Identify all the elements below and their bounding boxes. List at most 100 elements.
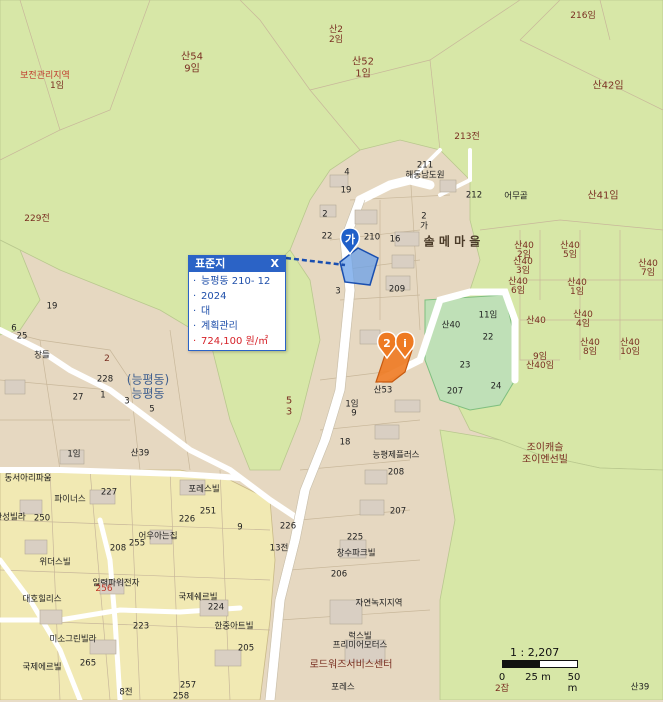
map-label: 해동남도원: [405, 170, 445, 181]
map-label: 22: [321, 231, 333, 242]
info-card-header: 표준지 X: [189, 256, 285, 272]
map-label: 3임: [515, 266, 531, 277]
info-card-year-row: · 2024: [193, 291, 227, 302]
map-label: 국제에르빌: [22, 662, 62, 673]
map-label: 산40임: [525, 361, 555, 372]
area-label-region-hanja: (능평동): [126, 372, 170, 387]
map-label: 미소그린빌라: [49, 634, 97, 645]
map-label: 자연녹지지역: [355, 598, 403, 609]
map-label: 18: [339, 437, 351, 448]
map-label: 조이엔선빌: [522, 454, 568, 466]
map-label: 산40: [526, 316, 546, 327]
scale-bar-segment-dark: [503, 661, 540, 667]
map-label: 9: [237, 522, 243, 533]
info-card-land-category: 대: [201, 306, 211, 317]
map-label: 22: [482, 332, 494, 343]
map-label: 8전: [119, 687, 133, 698]
map-label: 파이너스: [54, 494, 86, 505]
map-label: 1임: [569, 287, 585, 298]
map-label: 251: [199, 506, 217, 517]
map-label: 한중아트빌: [214, 621, 254, 632]
map-label: 210: [363, 232, 381, 243]
map-label: 창들: [34, 350, 50, 361]
map-label: 19: [46, 301, 58, 312]
info-card-price-row: · 724,100 원/㎡: [193, 336, 269, 347]
map-label: 조이캐슬: [526, 442, 564, 454]
map-label: 211: [416, 160, 434, 171]
map-label: 대호힐리스: [22, 594, 62, 605]
map-label: 4: [344, 167, 350, 178]
map-label: 능평제플러스: [372, 450, 420, 461]
info-card-price: 724,100 원/㎡: [201, 336, 269, 347]
map-label: 19: [340, 185, 352, 196]
map-label: 226: [279, 521, 297, 532]
map-label: 209: [388, 284, 406, 295]
info-card-year: 2024: [201, 291, 227, 302]
map-label: 2: [322, 209, 328, 220]
map-label: 228: [96, 374, 114, 385]
info-card-title: 표준지: [195, 257, 226, 270]
map-label: 창수파크빌: [336, 548, 376, 559]
map-label: 위더스빌: [39, 557, 71, 568]
map-label: 229전: [24, 214, 50, 225]
info-card-address: 능평동 210- 12: [201, 276, 271, 287]
scale-bar-graphic: [502, 660, 578, 668]
scale-tick-0: 0: [498, 672, 506, 683]
map-label: 24: [490, 381, 502, 392]
info-card: 표준지 X · 능평동 210- 12 · 2024 · 대 · 계획관리 · 724,1…: [188, 255, 286, 351]
map-label: 3: [285, 406, 293, 418]
map-label: 1임: [67, 449, 81, 460]
marker-2-label: 2: [383, 337, 391, 350]
map-label: 10임: [620, 347, 640, 358]
map-label: 7임: [640, 268, 656, 279]
area-label-eomugol: 어무골: [504, 191, 528, 202]
map-label: 4임: [575, 319, 591, 330]
map-label: 9임: [184, 63, 200, 75]
map-label: 가: [420, 221, 428, 232]
map-label: 동서아리파움: [4, 473, 52, 484]
map-label: 226: [178, 514, 196, 525]
map-label: 223: [132, 621, 150, 632]
map-label: 5: [149, 404, 155, 415]
marker-ga-label: 가: [345, 232, 355, 246]
map-label: 208: [109, 543, 127, 554]
map-label: 6: [11, 323, 17, 334]
map-label: 산52: [352, 56, 374, 68]
map-label: 2: [104, 354, 110, 365]
map-label: 프리미어모터스: [332, 640, 388, 651]
map-label: 207: [446, 386, 464, 397]
map-label: 한성빌라: [0, 512, 26, 523]
map-label: 5: [285, 395, 293, 407]
map-label: 224: [207, 602, 225, 613]
map-label: 213전: [454, 132, 480, 143]
map-label: 11임: [478, 310, 498, 321]
map-label: 산39: [130, 448, 150, 459]
map-label: 257: [179, 680, 197, 691]
map-label: 산39: [630, 682, 650, 693]
map-label: 산40: [441, 320, 461, 331]
map-label: 265: [79, 658, 97, 669]
map-label: 포레스빌: [188, 484, 220, 495]
map-canvas[interactable]: 가 2 i: [0, 0, 663, 700]
info-card-close-button[interactable]: X: [271, 256, 279, 272]
info-card-zoning: 계획관리: [201, 321, 238, 332]
map-label: 5임: [562, 250, 578, 261]
scale-tick-25: 25 m: [525, 672, 551, 683]
map-label: 13전: [269, 543, 289, 554]
scale-ratio: 1 : 2,207: [510, 646, 560, 659]
map-label: 2잡: [494, 684, 510, 695]
map-label: 9: [351, 408, 357, 419]
info-card-list: · 능평동 210- 12 · 2024 · 대 · 계획관리 · 724,100 원/㎡: [189, 274, 285, 349]
map-label: 어우아는집: [138, 531, 178, 542]
info-card-category-row: · 대: [193, 306, 211, 317]
map-label: 2: [421, 211, 427, 222]
map-label: 산53: [373, 385, 393, 396]
map-label: 208: [387, 467, 405, 478]
map-label: 1: [100, 390, 106, 401]
map-label: 16: [389, 234, 401, 245]
map-label: 산54: [181, 51, 203, 63]
map-label: 로드워즈서비스센터: [309, 659, 393, 671]
info-card-address-row: · 능평동 210- 12: [193, 276, 271, 287]
map-label: 212: [465, 190, 483, 201]
map-label: 206: [330, 569, 348, 580]
